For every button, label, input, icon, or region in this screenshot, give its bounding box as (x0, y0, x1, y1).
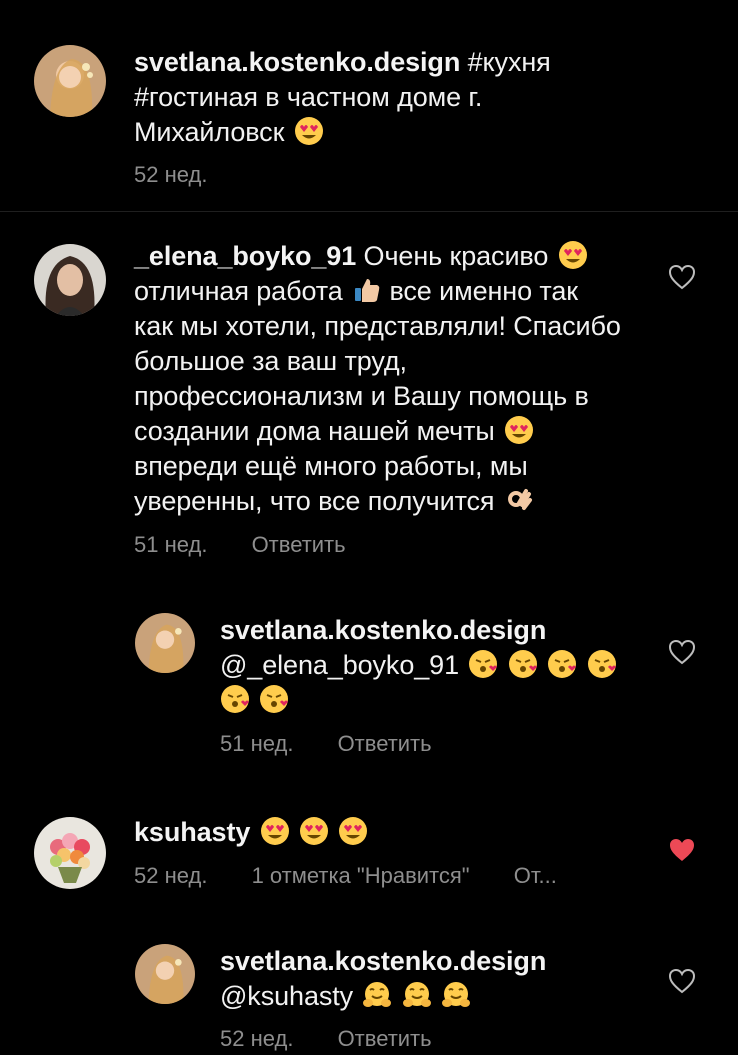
comment-text-block: _elena_boyko_91 Очень красиво отличная р… (134, 239, 624, 519)
like-heart-icon[interactable] (668, 639, 696, 665)
comment-item: _elena_boyko_91 Очень красиво отличная р… (0, 212, 738, 572)
kiss-emoji-icon (587, 649, 617, 679)
like-heart-filled-icon[interactable] (668, 837, 696, 863)
avatar-elena[interactable] (34, 244, 106, 316)
avatar-image (34, 244, 106, 316)
comment-username[interactable]: ksuhasty (134, 817, 250, 847)
reply-item: svetlana.kostenko.design @ksuhasty 52 не… (0, 940, 738, 1055)
like-heart-icon[interactable] (668, 264, 696, 290)
comment-text: отличная работа (134, 276, 343, 306)
kiss-emoji-icon (508, 649, 538, 679)
comment-username[interactable]: _elena_boyko_91 (134, 241, 356, 271)
reply-button[interactable]: Ответить (338, 1026, 432, 1051)
comment-time: 52 нед. (220, 1026, 294, 1051)
comment-text: впереди ещё много работы, мы уверенны, ч… (134, 451, 528, 516)
caption-text: svetlana.kostenko.design #кухня #гостина… (134, 45, 584, 150)
comment-text-block: ksuhasty (134, 815, 594, 850)
comment-time: 51 нед. (134, 532, 208, 557)
reply-button[interactable]: Ответить (338, 731, 432, 756)
reply-item: svetlana.kostenko.design @_elena_boyko_9… (0, 605, 738, 775)
comment-time: 51 нед. (220, 731, 294, 756)
ok-hand-emoji-icon (504, 485, 534, 515)
avatar-image (135, 613, 195, 673)
mention-link[interactable]: @ksuhasty (220, 981, 353, 1011)
comment-text: Очень красиво (363, 241, 549, 271)
avatar-svetlana[interactable] (135, 613, 195, 673)
avatar-svetlana[interactable] (34, 45, 106, 117)
reply-text-block: svetlana.kostenko.design @_elena_boyko_9… (220, 613, 640, 718)
likes-count[interactable]: 1 отметка "Нравится" (252, 863, 470, 888)
comment-meta: 52 нед. 1 отметка "Нравится" От... (134, 863, 595, 889)
hug-emoji-icon (362, 980, 392, 1010)
comment-item: ksuhasty 52 нед. 1 отметка "Нравится" От… (0, 805, 738, 915)
avatar-svetlana[interactable] (135, 944, 195, 1004)
comment-meta: 51 нед. Ответить (220, 731, 470, 757)
hug-emoji-icon (402, 980, 432, 1010)
comment-time: 52 нед. (134, 162, 208, 187)
thumbs-up-emoji-icon (352, 275, 382, 305)
kiss-emoji-icon (468, 649, 498, 679)
heart-eyes-emoji-icon (558, 240, 588, 270)
heart-eyes-emoji-icon (260, 816, 290, 846)
reply-text-block: svetlana.kostenko.design @ksuhasty (220, 944, 640, 1014)
avatar-image (34, 45, 106, 117)
hug-emoji-icon (441, 980, 471, 1010)
comment-meta: 52 нед. Ответить (220, 1026, 470, 1052)
kiss-emoji-icon (220, 684, 250, 714)
avatar-ksuhasty[interactable] (34, 817, 106, 889)
avatar-image (34, 817, 106, 889)
kiss-emoji-icon (259, 684, 289, 714)
comment-username[interactable]: svetlana.kostenko.design (134, 47, 460, 77)
reply-button[interactable]: От... (514, 863, 557, 888)
reply-button[interactable]: Ответить (252, 532, 346, 557)
comment-time: 52 нед. (134, 863, 208, 888)
comment-meta: 52 нед. (134, 162, 245, 188)
comment-meta: 51 нед. Ответить (134, 532, 384, 558)
heart-eyes-emoji-icon (338, 816, 368, 846)
comment-username[interactable]: svetlana.kostenko.design (220, 613, 640, 648)
heart-eyes-emoji-icon (299, 816, 329, 846)
kiss-emoji-icon (547, 649, 577, 679)
heart-eyes-emoji-icon (294, 116, 324, 146)
caption-comment: svetlana.kostenko.design #кухня #гостина… (0, 0, 738, 211)
like-heart-icon[interactable] (668, 968, 696, 994)
mention-link[interactable]: @_elena_boyko_91 (220, 650, 459, 680)
comment-username[interactable]: svetlana.kostenko.design (220, 944, 640, 979)
star-struck-emoji-icon (504, 415, 534, 445)
avatar-image (135, 944, 195, 1004)
